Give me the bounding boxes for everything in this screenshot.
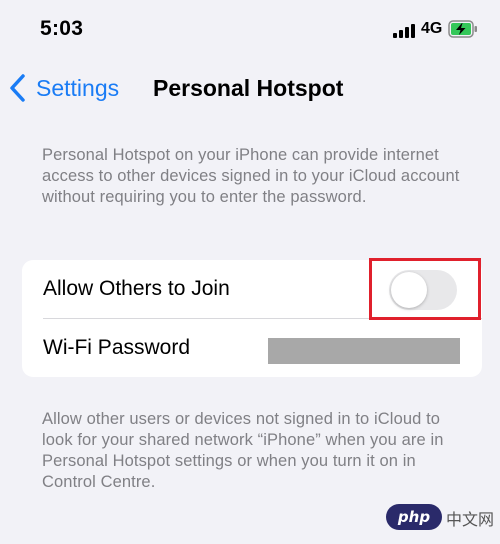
- back-button[interactable]: Settings: [8, 70, 119, 106]
- page-title: Personal Hotspot: [153, 75, 344, 101]
- cellular-signal-icon: [393, 24, 417, 38]
- allow-others-description: Allow other users or devices not signed …: [42, 410, 444, 491]
- hotspot-description: Personal Hotspot on your iPhone can prov…: [42, 146, 460, 206]
- highlight-box: [369, 258, 481, 320]
- wifi-password-redacted: [268, 338, 460, 364]
- status-bar: 5:03 4G: [0, 0, 500, 60]
- status-time: 5:03: [40, 17, 84, 40]
- wifi-password-label: Wi-Fi Password: [43, 336, 191, 359]
- navigation-bar: Settings Personal Hotspot: [0, 60, 500, 116]
- network-type: 4G: [421, 20, 443, 37]
- chevron-left-icon: [10, 74, 25, 102]
- back-button-label: Settings: [36, 74, 120, 101]
- allow-others-label: Allow Others to Join: [43, 277, 230, 300]
- battery-charging-icon: [448, 20, 477, 38]
- watermark-php: php: [386, 504, 442, 530]
- watermark-logo: php 中文网: [386, 497, 494, 537]
- watermark-text: 中文网: [446, 510, 495, 529]
